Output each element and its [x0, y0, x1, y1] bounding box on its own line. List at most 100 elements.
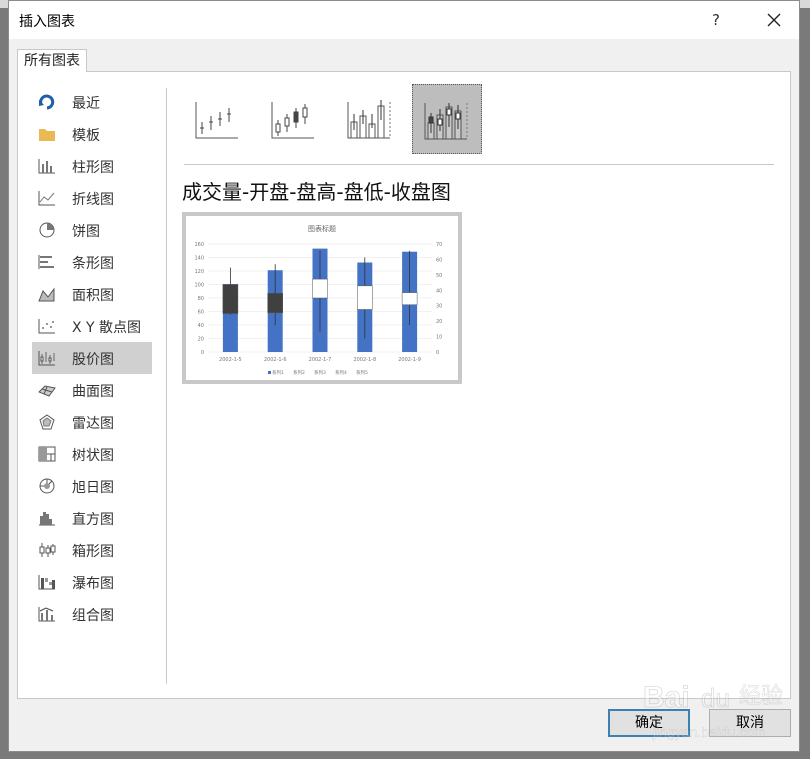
category-item-folder[interactable]: 模板 [32, 118, 152, 150]
category-label: 组合图 [72, 608, 114, 624]
left-tick-label: 140 [194, 256, 204, 262]
category-item-waterfall-chart[interactable]: 瀑布图 [32, 566, 152, 598]
subtype-title: 成交量-开盘-盘高-盘低-收盘图 [182, 180, 451, 204]
legend-entry: 系列4 [335, 369, 347, 376]
subtype-volume-high-low-close[interactable] [336, 84, 406, 154]
candle-body [267, 293, 283, 314]
divider-vertical [166, 88, 167, 684]
category-label: 最近 [72, 96, 100, 112]
category-item-bar-chart[interactable]: 条形图 [32, 246, 152, 278]
radar-chart-icon [39, 414, 55, 430]
ok-button[interactable]: 确定 [608, 709, 690, 737]
right-tick-label: 50 [436, 273, 442, 279]
left-tick-label: 20 [198, 337, 204, 343]
category-item-scatter-chart[interactable]: X Y 散点图 [32, 310, 152, 342]
category-item-sunburst-chart[interactable]: 旭日图 [32, 470, 152, 502]
surface-chart-icon [38, 385, 56, 397]
category-item-stock-chart[interactable]: 股价图 [32, 342, 152, 374]
right-tick-label: 30 [436, 304, 442, 310]
pie-chart-icon [39, 222, 55, 238]
subtype-open-high-low-close[interactable] [260, 84, 330, 154]
high-low-close-icon [195, 102, 238, 139]
waterfall-chart-icon [38, 575, 55, 590]
category-label: 模板 [72, 128, 100, 144]
treemap-chart-icon [38, 446, 56, 462]
tab-all-charts[interactable]: 所有图表 [17, 49, 87, 72]
category-item-treemap-chart[interactable]: 树状图 [32, 438, 152, 470]
category-label: 饼图 [72, 224, 100, 240]
right-tick-label: 20 [436, 319, 442, 325]
right-tick-label: 10 [436, 335, 442, 341]
category-label: X Y 散点图 [72, 320, 142, 336]
category-label: 折线图 [72, 192, 114, 208]
candle-body [222, 284, 239, 314]
chart-svg: 图表标题 0 20 40 60 80 100 120 140 160 0 10 20 30 40 50 60 70… [194, 224, 442, 376]
left-tick-label: 100 [194, 283, 204, 289]
divider-horizontal [184, 164, 774, 165]
right-tick-label: 60 [436, 257, 442, 263]
histogram-chart-icon [39, 512, 55, 526]
candle-body [401, 292, 418, 305]
legend-entry: 系列3 [314, 369, 326, 376]
category-item-line-chart[interactable]: 折线图 [32, 182, 152, 214]
sunburst-chart-icon [39, 478, 55, 494]
right-tick-label: 70 [436, 242, 442, 248]
volume-open-high-low-close-icon [424, 103, 468, 140]
right-tick-label: 40 [436, 288, 442, 294]
combo-chart-icon [38, 607, 55, 622]
category-label: 面积图 [72, 288, 114, 304]
category-label: 股价图 [72, 352, 114, 368]
left-tick-label: 120 [194, 269, 204, 275]
subtype-volume-open-high-low-close[interactable] [412, 84, 482, 154]
category-item-histogram-chart[interactable]: 直方图 [32, 502, 152, 534]
cancel-button[interactable]: 取消 [709, 709, 791, 737]
bar-chart-icon [38, 255, 54, 269]
candle-body [357, 285, 373, 310]
chart-title: 图表标题 [308, 224, 336, 233]
chart-panel: 最近模板柱形图折线图饼图条形图面积图 X Y 散点图 股价图曲面图雷达图树状图旭日图… [17, 71, 791, 699]
candle-body [312, 278, 328, 299]
category-label: 曲面图 [72, 384, 114, 400]
area-chart-icon [38, 287, 55, 302]
x-tick-label: 2002-1-6 [264, 357, 287, 363]
legend-swatch [268, 371, 271, 374]
category-label: 条形图 [72, 256, 114, 272]
category-label: 柱形图 [72, 160, 114, 176]
category-item-radar-chart[interactable]: 雷达图 [32, 406, 152, 438]
chart-preview[interactable]: 图表标题 0 20 40 60 80 100 120 140 160 0 10 20 30 40 50 60 70… [182, 212, 462, 384]
category-label: 直方图 [72, 512, 114, 528]
stock-chart-icon [38, 351, 55, 366]
left-tick-label: 60 [198, 310, 204, 316]
category-label: 雷达图 [72, 416, 114, 432]
category-item-box-whisker-chart[interactable]: 箱形图 [32, 534, 152, 566]
left-tick-label: 0 [201, 350, 204, 356]
left-tick-label: 80 [198, 296, 204, 302]
subtype-high-low-close[interactable] [184, 84, 254, 154]
help-button[interactable]: ? [705, 9, 727, 31]
category-item-area-chart[interactable]: 面积图 [32, 278, 152, 310]
volume-high-low-close-icon [347, 100, 391, 139]
insert-chart-dialog: 插入图表 ? 所有图表 最近 模板 柱形图 折线图 饼图 条形图 面积图 X Y 散点图 股价图… [8, 0, 800, 752]
x-tick-label: 2002-1-9 [398, 357, 421, 363]
line-chart-icon [38, 191, 55, 206]
category-label: 树状图 [72, 448, 114, 464]
legend-entry: 系列1 [272, 369, 284, 376]
left-tick-label: 40 [198, 323, 204, 329]
category-item-pie-chart[interactable]: 饼图 [32, 214, 152, 246]
category-label: 旭日图 [72, 480, 114, 496]
category-item-recent[interactable]: 最近 [32, 86, 152, 118]
column-chart-icon [38, 159, 55, 174]
x-tick-label: 2002-1-8 [353, 357, 376, 363]
left-tick-label: 160 [194, 242, 204, 248]
box-whisker-chart-icon [39, 543, 56, 557]
category-item-column-chart[interactable]: 柱形图 [32, 150, 152, 182]
close-icon [767, 13, 781, 27]
category-label: 瀑布图 [72, 576, 114, 592]
category-item-surface-chart[interactable]: 曲面图 [32, 374, 152, 406]
legend-entry: 系列2 [293, 369, 305, 376]
legend-entry: 系列5 [356, 369, 368, 376]
close-button[interactable] [761, 7, 787, 33]
chart-category-list: 最近模板柱形图折线图饼图条形图面积图 X Y 散点图 股价图曲面图雷达图树状图旭日图… [32, 86, 162, 630]
category-item-combo-chart[interactable]: 组合图 [32, 598, 152, 630]
x-tick-label: 2002-1-5 [219, 357, 242, 363]
